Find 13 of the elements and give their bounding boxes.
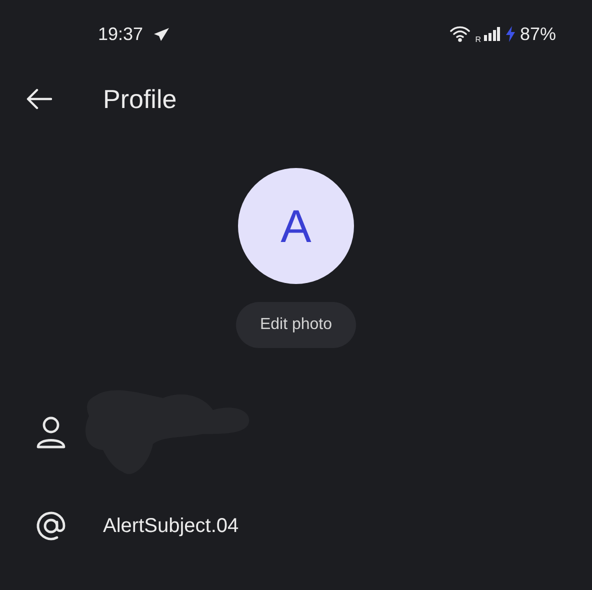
username-text: AlertSubject.04 — [103, 514, 239, 538]
edit-photo-button[interactable]: Edit photo — [236, 302, 356, 348]
battery-percent: 87% — [520, 22, 556, 46]
signal-icon — [484, 27, 500, 41]
avatar: A — [238, 168, 354, 284]
at-sign-icon — [35, 510, 67, 542]
page-title: Profile — [103, 82, 177, 116]
back-button[interactable] — [26, 86, 52, 112]
roaming-mark: R — [475, 34, 481, 46]
status-time: 19:37 — [98, 22, 144, 46]
paper-plane-icon — [153, 26, 170, 42]
person-icon — [36, 416, 66, 450]
wifi-icon — [450, 26, 472, 42]
